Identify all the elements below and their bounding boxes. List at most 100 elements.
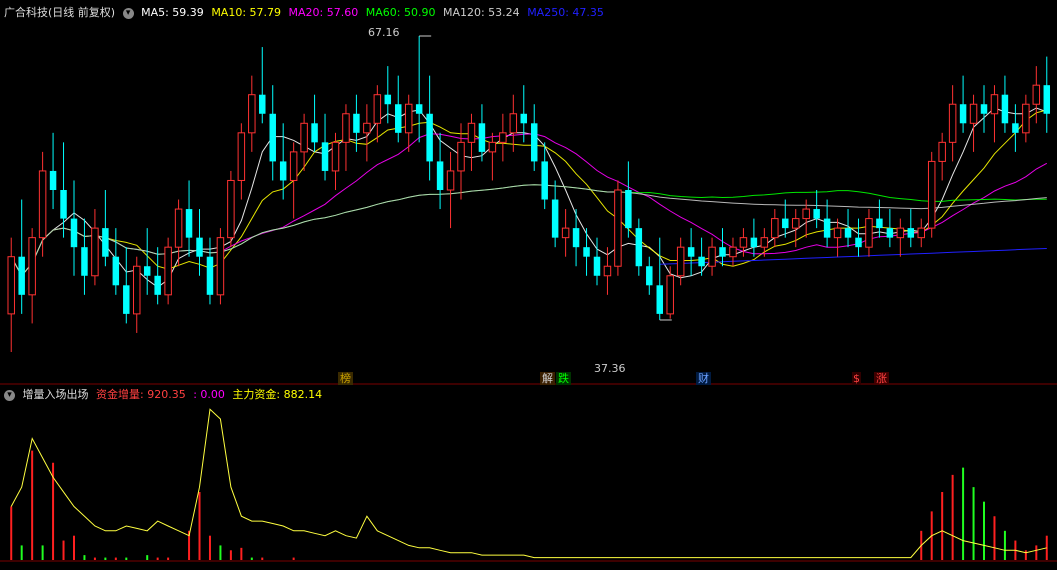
candle-body [133,265,141,315]
candle-body [123,285,130,314]
candle-body [520,113,528,124]
candle-body [185,209,193,238]
candle-body [174,208,183,248]
high-price-label: 67.16 [368,26,400,39]
candle-body [415,104,423,114]
candle-body [530,123,538,162]
ma20-label: MA20: 57.60 [288,6,359,19]
candle-body [467,122,476,143]
candle-body [499,132,507,143]
candle-body [300,122,308,153]
candle-body [969,103,978,124]
sub-title: 增量入场出场 [22,388,89,401]
chart-svg [0,35,1057,562]
chevron-down-icon[interactable]: ▾ [122,7,134,19]
candle-body [81,247,88,276]
candle-body [886,228,894,238]
low-price-label: 37.36 [594,362,626,375]
candle-body [896,227,905,239]
candle-body [938,141,946,162]
candle-body [279,161,287,181]
candle-body [865,218,873,248]
main-header: 广合科技(日线 前复权) ▾ MA5: 59.39 MA10: 57.79 MA… [4,6,608,20]
candle-body [561,227,570,239]
candle-body [289,151,298,181]
candle-body [739,237,748,248]
candle-body [143,266,151,276]
candle-body [603,265,612,277]
candle-body [833,227,842,239]
ma60-label: MA60: 50.90 [365,6,436,19]
candle-body [7,256,15,315]
stock-title: 广合科技(日线 前复权) [4,6,116,19]
candle-body [196,237,203,257]
candle-body [813,209,820,219]
candle-body [1043,85,1051,114]
candle-body [729,246,737,258]
candle-body [927,160,936,229]
event-tag-die[interactable]: 跌 [556,372,571,385]
ma250-label: MA250: 47.35 [527,6,604,19]
candle-body [28,237,36,296]
candle-body [719,247,726,257]
candle-body [844,228,852,238]
candle-body [855,237,862,248]
zero-label: : 0.00 [193,388,225,401]
candle-body [990,94,999,115]
candle-body [311,123,318,143]
candle-body [980,104,988,114]
candle-body [227,179,235,239]
candle-body [216,237,225,296]
candle-body [373,94,382,124]
ma120-label: MA120: 53.24 [442,6,520,19]
candle-body [708,246,716,267]
candle-body [269,113,276,162]
candle-body [404,103,413,134]
candle-body [876,218,883,229]
event-tag-bang[interactable]: 榜 [338,372,353,385]
ma5-label: MA5: 59.39 [141,6,204,19]
candle-body [750,237,758,248]
candle-body [395,104,402,133]
candle-body [646,266,653,286]
candle-body [457,141,465,172]
candle-body [917,227,925,239]
candle-body [791,218,800,229]
candle-body [38,170,47,239]
candle-body [70,218,78,248]
candle-body [593,256,601,276]
sub-header: ▾ 增量入场出场 资金增量: 920.35 : 0.00 主力资金: 882.1… [4,388,326,402]
ma10-label: MA10: 57.79 [211,6,282,19]
candle-body [625,190,632,229]
main-fund-line [10,408,1047,559]
candle-body [959,104,967,124]
candle-body [509,113,518,134]
event-tag-zhang[interactable]: 涨 [874,372,889,385]
candle-body [436,161,444,190]
candle-body [259,94,266,114]
candle-body [771,218,779,239]
chart-stage: 广合科技(日线 前复权) ▾ MA5: 59.39 MA10: 57.79 MA… [0,0,1057,566]
candle-body [1022,103,1030,134]
candle-body [760,237,769,248]
candle-body [551,199,559,238]
candle-body [18,256,25,295]
candle-body [676,246,685,277]
candle-body [321,142,329,171]
candle-body [1012,123,1019,133]
candle-body [687,247,695,257]
candle-body [656,285,663,314]
candle-body [384,94,392,105]
event-tag-jie[interactable]: 解 [540,372,555,385]
candle-body [342,113,350,143]
candle-body [583,247,590,257]
chevron-down-icon[interactable]: ▾ [4,389,15,401]
candle-body [1032,84,1041,105]
main-fund-label: 主力资金: 882.14 [232,388,323,401]
candle-body [353,113,360,133]
candle-body [541,161,548,200]
event-tag-cai[interactable]: 财 [696,372,711,385]
candle-body [206,256,214,295]
event-tag-dollar[interactable]: $ [852,372,861,385]
candle-body [572,228,580,248]
